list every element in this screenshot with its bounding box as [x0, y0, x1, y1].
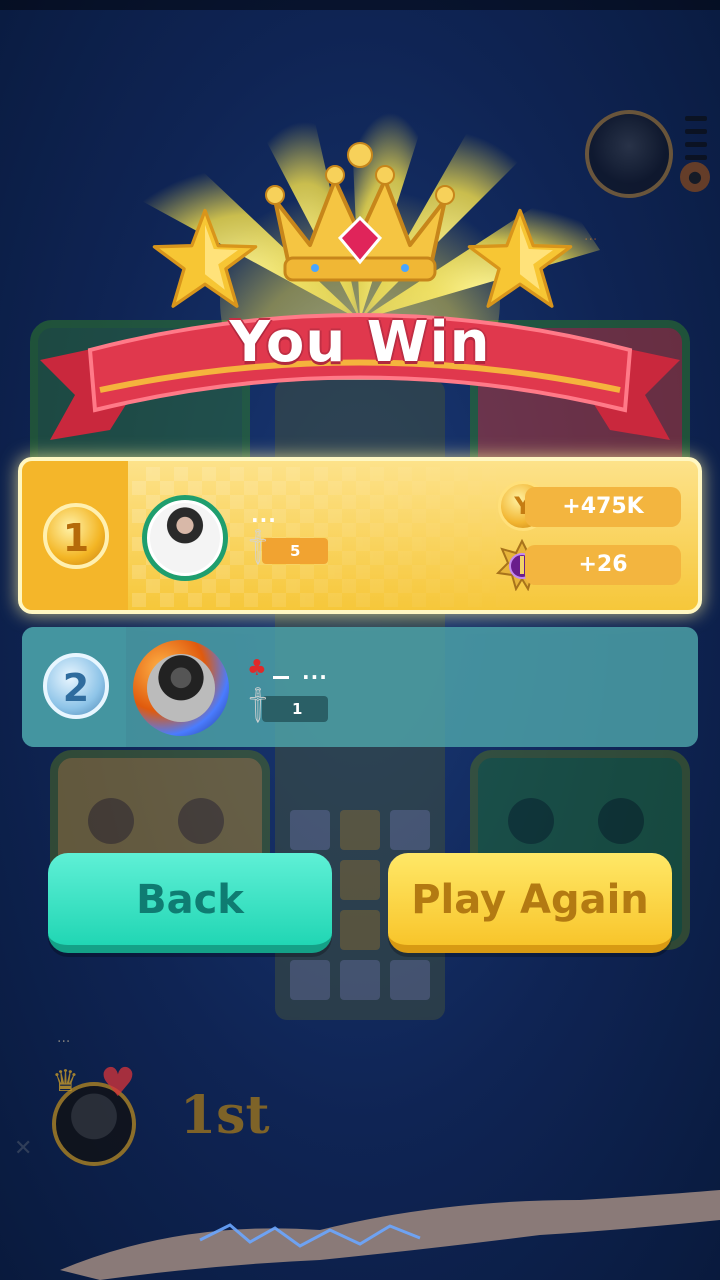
- muted-mic-icon[interactable]: ✕: [14, 1136, 32, 1161]
- rank-silver-medal-icon: 2: [43, 653, 109, 719]
- board-cell: [340, 960, 380, 1000]
- signal-icon: [685, 116, 707, 160]
- play-again-button[interactable]: Play Again: [388, 853, 672, 953]
- branch-decoration: [60, 1190, 720, 1280]
- result-row-first: [18, 457, 702, 614]
- rank-gold-medal-icon: 1: [43, 503, 109, 569]
- token-pit: [508, 798, 554, 844]
- board-cell: [390, 810, 430, 850]
- trophy-reward: +26: [525, 545, 681, 585]
- result-row-second: [22, 627, 698, 747]
- back-button[interactable]: Back: [48, 853, 332, 953]
- board-cell: [340, 860, 380, 900]
- board-cell: [390, 960, 430, 1000]
- board-cell: [340, 810, 380, 850]
- second-avatar[interactable]: [133, 640, 229, 736]
- microphone-icon[interactable]: ●: [680, 162, 710, 192]
- crown-icon: ♛: [52, 1064, 79, 1099]
- heart-icon: ♥: [100, 1060, 136, 1106]
- second-name: ···: [302, 665, 328, 689]
- self-placement: 1st: [180, 1085, 270, 1146]
- token-pit: [88, 798, 134, 844]
- self-name: ···: [57, 1034, 71, 1050]
- name-separator: [273, 676, 289, 679]
- maple-leaf-flag-icon: ♣: [247, 656, 267, 681]
- token-pit: [178, 798, 224, 844]
- winner-avatar[interactable]: [142, 495, 228, 581]
- coin-reward: +475K: [525, 487, 681, 527]
- token-pit: [598, 798, 644, 844]
- board-cell: [340, 910, 380, 950]
- board-cell: [290, 810, 330, 850]
- board-cell: [290, 960, 330, 1000]
- crown-icon: [265, 142, 455, 282]
- status-bar: [0, 0, 720, 10]
- you-win-title: You Win: [229, 310, 491, 375]
